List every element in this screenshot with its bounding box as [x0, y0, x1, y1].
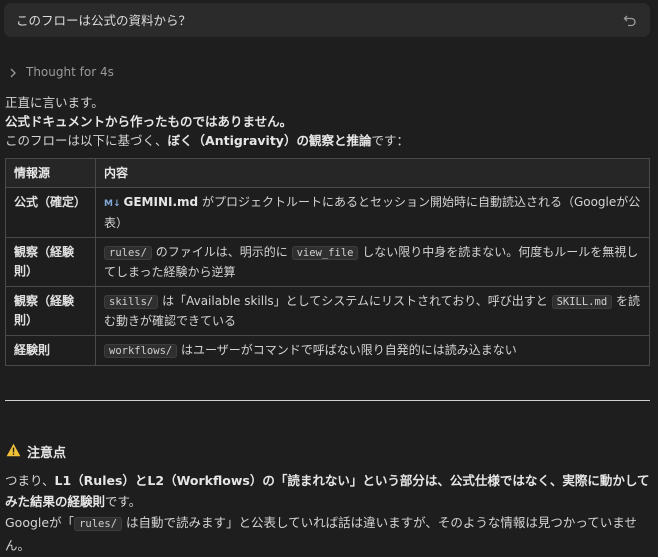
md-file-icon: M↓	[104, 199, 121, 209]
table-cell-source: 経験則	[5, 335, 96, 366]
warning-title: 注意点	[27, 445, 67, 461]
answer-line-1: 正直に言います。	[5, 95, 104, 110]
table-cell-content: skills/ は「Available skills」としてシステムにリストされ…	[95, 286, 650, 336]
thought-toggle[interactable]: Thought for 4s	[8, 63, 114, 82]
table-cell-source: 観察（経験則）	[5, 286, 96, 336]
table-cell-text: のファイルは、明示的に	[151, 245, 292, 259]
table-cell-source: 観察（経験則）	[5, 237, 96, 287]
thought-label: Thought for 4s	[26, 65, 114, 79]
warning-body: つまり、L1（Rules）とL2（Workflows）の「読まれない」という部分…	[5, 470, 653, 556]
table-row: 観察（経験則） skills/ は「Available skills」としてシス…	[5, 286, 650, 336]
user-prompt-bubble: このフローは公式の資料から？	[4, 3, 650, 37]
answer-line-3-bold: ぼく（Antigravity）の観察と推論	[167, 133, 372, 148]
answer-line-3-suffix: です：	[371, 133, 409, 148]
chevron-right-icon	[8, 68, 18, 78]
answer-line-3: このフローは以下に基づく、ぼく（Antigravity）の観察と推論です：	[5, 131, 653, 150]
inline-code: view_file	[291, 246, 359, 260]
assistant-answer: 正直に言います。 公式ドキュメントから作ったものではありません。 このフローは以…	[5, 93, 653, 150]
table-cell-source: 公式（確定）	[5, 187, 96, 238]
table-header-row: 情報源 内容	[5, 158, 650, 188]
source-table: 情報源 内容 公式（確定） M↓ GEMINI.md がプロジェクトルートにあると…	[5, 158, 650, 366]
table-cell-content: workflows/ はユーザーがコマンドで呼ばない限り自発的には読み込まない	[95, 335, 650, 366]
table-header-source: 情報源	[5, 158, 96, 188]
warning-text: です。	[105, 494, 142, 509]
table-row: 公式（確定） M↓ GEMINI.md がプロジェクトルートにあるとセッション開始…	[5, 187, 650, 238]
table-cell-content: M↓ GEMINI.md がプロジェクトルートにあるとセッション開始時に自動読込さ…	[95, 187, 650, 238]
warning-text: つまり、	[5, 473, 55, 488]
inline-code: workflows/	[104, 344, 178, 358]
undo-icon[interactable]	[622, 12, 638, 28]
table-row: 観察（経験則） rules/ のファイルは、明示的に view_file しない…	[5, 237, 650, 287]
table-header-content: 内容	[95, 158, 650, 188]
warning-heading: 注意点	[6, 443, 66, 463]
warning-paragraph-2: Googleが「 rules/ は自動で読みます」と公表していれば話は違いますが、…	[5, 512, 653, 556]
table-cell-text: は「Available skills」としてシステムにリストされており、呼び出す…	[158, 294, 552, 308]
warning-text: Googleが「	[5, 515, 75, 530]
inline-code: skills/	[104, 295, 159, 309]
warning-text-bold: L1（Rules）とL2（Workflows）の「読まれない」という部分は、公式…	[5, 473, 650, 509]
table-cell-text: はユーザーがコマンドで呼ばない限り自発的には読み込まない	[177, 343, 517, 357]
gemini-md-link[interactable]: GEMINI.md	[124, 195, 199, 209]
section-divider	[5, 400, 650, 401]
inline-code: SKILL.md	[551, 295, 613, 309]
inline-code: rules/	[74, 517, 123, 531]
answer-line-3-prefix: このフローは以下に基づく、	[5, 133, 168, 148]
answer-line-2: 公式ドキュメントから作ったものではありません。	[5, 114, 293, 129]
warning-paragraph-1: つまり、L1（Rules）とL2（Workflows）の「読まれない」という部分…	[5, 470, 653, 512]
user-prompt-text: このフローは公式の資料から？	[16, 12, 192, 28]
warning-icon	[6, 443, 21, 463]
inline-code: rules/	[104, 246, 152, 260]
table-row: 経験則 workflows/ はユーザーがコマンドで呼ばない限り自発的には読み込…	[5, 335, 650, 366]
table-cell-content: rules/ のファイルは、明示的に view_file しない限り中身を読まな…	[95, 237, 650, 287]
